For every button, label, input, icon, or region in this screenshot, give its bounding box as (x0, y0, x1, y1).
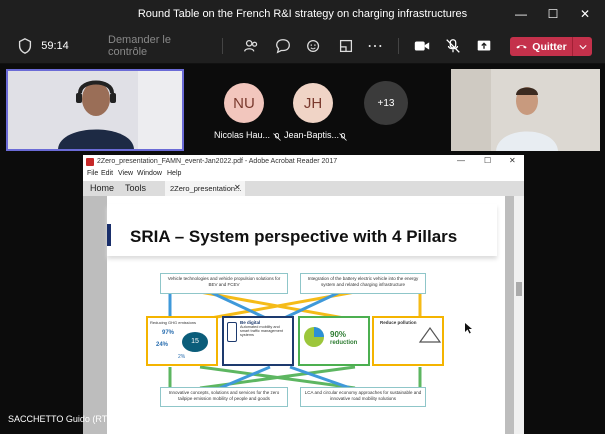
box-vehicle-technologies: Vehicle technologies and vehicle propuls… (160, 273, 288, 294)
title-accent-bar (107, 224, 111, 246)
scrollbar-thumb[interactable] (516, 282, 522, 296)
rooms-icon[interactable] (335, 34, 357, 58)
share-screen-icon[interactable] (473, 34, 495, 58)
house-icon (418, 326, 442, 343)
leave-button[interactable]: Quitter (510, 37, 572, 56)
acrobat-maximize-button[interactable]: ☐ (484, 156, 491, 165)
mic-muted-icon[interactable] (442, 34, 464, 58)
toolbar-divider (398, 38, 399, 54)
slide-header: SRIA – System perspective with 4 Pillars (107, 204, 497, 256)
box-innovative-concepts: Innovative concepts, solutions and servi… (160, 387, 288, 407)
pillar-ghg: Reducing GHG emissions 97% 24% 15 2% (146, 316, 218, 366)
menu-file[interactable]: File (87, 170, 98, 177)
window-titlebar: Round Table on the French R&I strategy o… (0, 0, 605, 28)
slide-title: SRIA – System perspective with 4 Pillars (130, 227, 458, 246)
box-energy-integration: Integration of the battery electric vehi… (300, 273, 426, 294)
menu-view[interactable]: View (118, 170, 133, 177)
pillar1-value-d: 2% (178, 354, 186, 360)
mic-muted-icon (338, 129, 348, 147)
request-control-button[interactable]: Demander le contrôle (108, 34, 208, 58)
pillar-reduction: 90% reduction (298, 316, 370, 366)
pie-icon (304, 327, 324, 347)
more-options-icon[interactable]: ⋯ (364, 34, 386, 58)
toolbar-divider (222, 38, 223, 54)
video-tile-speaker[interactable] (6, 69, 184, 151)
tab-close-icon[interactable]: ✕ (234, 183, 241, 192)
participant-name-jh: Jean-Baptis... (284, 130, 340, 140)
reactions-icon[interactable] (303, 34, 325, 58)
box-lca-circular: LCA and circular economy approaches for … (300, 387, 426, 407)
speaker-video (8, 71, 182, 149)
menu-window[interactable]: Window (137, 170, 162, 177)
traffic-light-icon (227, 322, 237, 342)
mouse-cursor-icon (465, 323, 472, 334)
menu-help[interactable]: Help (167, 170, 181, 177)
minimize-button[interactable]: — (506, 4, 536, 24)
pillar1-text: Reducing GHG emissions (150, 320, 197, 325)
tab-document[interactable]: 2Zero_presentation... (165, 181, 245, 196)
video-tile-participant[interactable] (451, 69, 600, 151)
pillar-digital: Be digital Automated mobility and smart … (222, 316, 294, 366)
acrobat-tabs: Home Tools 2Zero_presentation... ✕ (83, 181, 524, 196)
participant-name-nu: Nicolas Hau... (214, 130, 271, 140)
leave-options-dropdown[interactable] (572, 37, 592, 56)
pillar-pollution: Reduce pollution (372, 316, 444, 366)
chat-icon[interactable] (272, 34, 294, 58)
acrobat-minimize-button[interactable]: — (457, 156, 465, 165)
meeting-timer: 59:14 (41, 40, 69, 52)
maximize-button[interactable]: ☐ (538, 4, 568, 24)
camera-icon[interactable] (411, 34, 433, 58)
avatar-nu[interactable]: NU (224, 83, 264, 123)
pillar1-value-c: 15 (182, 332, 208, 352)
close-button[interactable]: ✕ (570, 4, 600, 24)
menu-edit[interactable]: Edit (101, 170, 113, 177)
mic-muted-icon (272, 129, 282, 147)
chevron-down-icon (578, 44, 587, 49)
pillar1-value-b: 24% (156, 342, 169, 348)
acrobat-logo-icon (86, 158, 94, 166)
pillar1-value-a: 97% (162, 330, 175, 336)
acrobat-close-button[interactable]: ✕ (509, 156, 516, 165)
avatar-jh[interactable]: JH (293, 83, 333, 123)
tab-tools[interactable]: Tools (125, 183, 146, 193)
acrobat-menubar: File Edit View Window Help (83, 169, 524, 181)
leave-label: Quitter (532, 40, 567, 53)
speaker-caption: SACCHETTO Guido (RTD) (8, 414, 117, 424)
pillar3-label: reduction (330, 340, 358, 346)
pillar3-value: 90% (330, 330, 347, 339)
phone-icon (516, 45, 527, 49)
participant-video (451, 69, 600, 151)
people-icon[interactable] (240, 34, 262, 58)
tab-home[interactable]: Home (90, 183, 114, 193)
more-participants-badge[interactable]: +13 (364, 81, 408, 125)
shield-icon (16, 34, 34, 58)
document-scrollbar[interactable] (514, 196, 524, 434)
